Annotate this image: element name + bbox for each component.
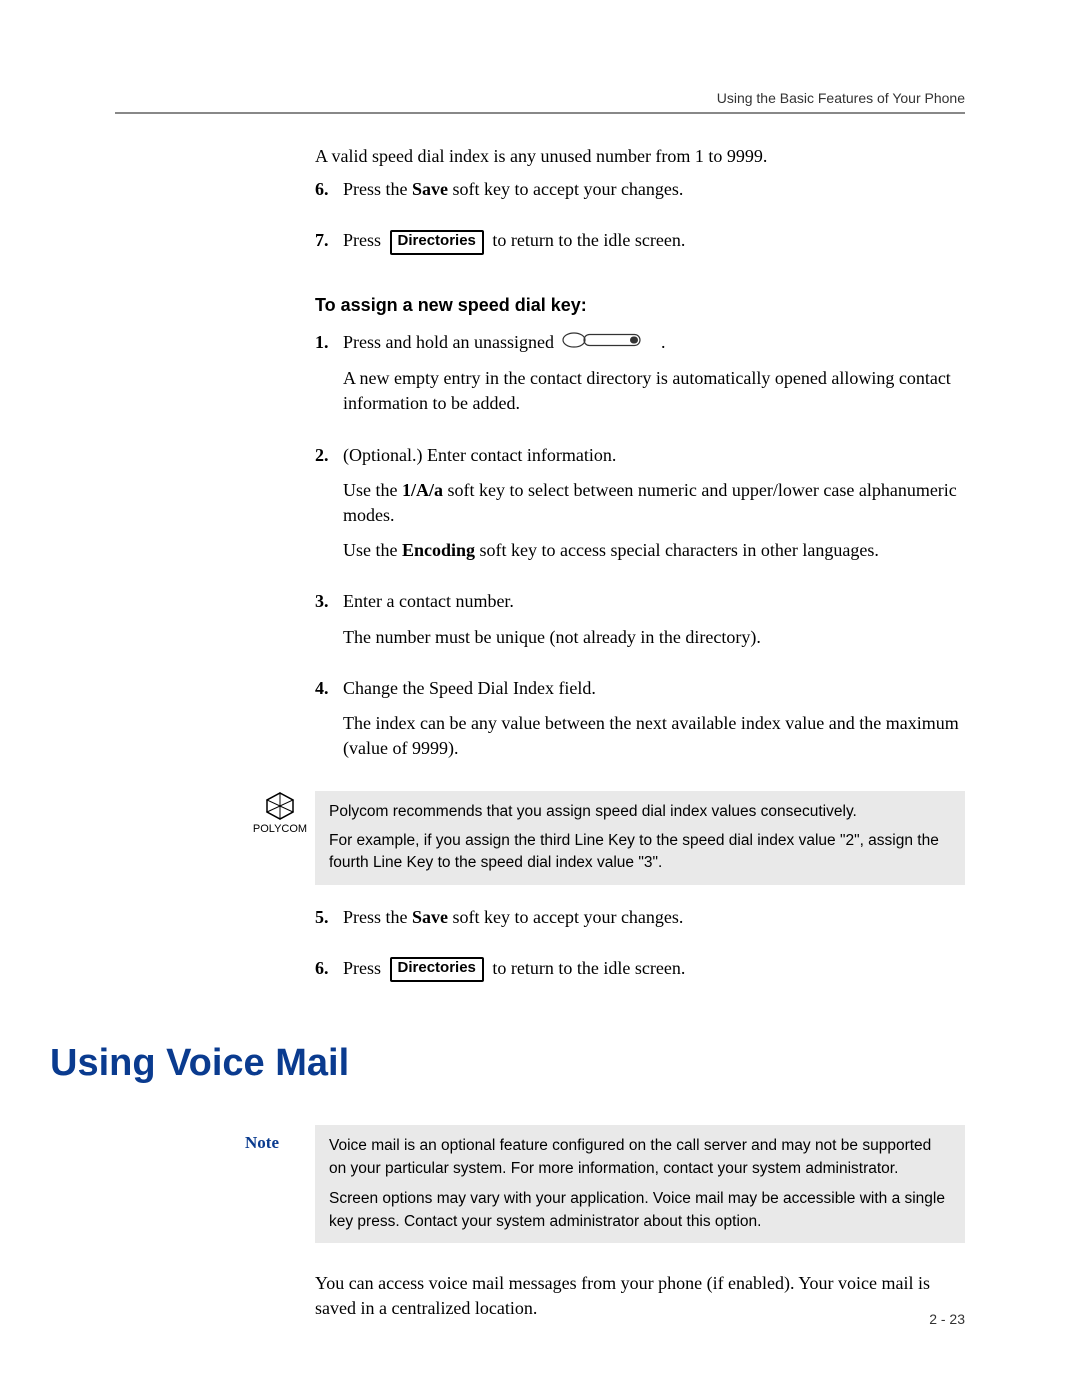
text-fragment: Press (343, 958, 386, 978)
text-fragment: soft key to access special characters in… (475, 540, 879, 560)
step-number: 1. (315, 330, 343, 427)
step-number: 7. (315, 228, 343, 264)
step-subtext: A new empty entry in the contact directo… (343, 366, 965, 416)
procedure-heading: To assign a new speed dial key: (315, 295, 965, 316)
encoding-softkey-label: Encoding (402, 540, 475, 560)
tip-text: Polycom recommends that you assign speed… (329, 801, 951, 823)
step-number: 2. (315, 443, 343, 574)
step-text: Press Directories to return to the idle … (343, 228, 965, 264)
note-callout: Note Voice mail is an optional feature c… (245, 1125, 965, 1243)
step-text: Press and hold an unassigned . A new emp… (343, 330, 965, 427)
step-1: 1. Press and hold an unassigned . (315, 330, 965, 427)
step-text: Press Directories to return to the idle … (343, 956, 965, 992)
section-heading-voice-mail: Using Voice Mail (50, 1042, 965, 1085)
note-text: Screen options may vary with your applic… (329, 1188, 951, 1233)
step-subtext: (Optional.) Enter contact information. (343, 443, 965, 468)
mode-softkey-label: 1/A/a (402, 480, 443, 500)
document-page: Using the Basic Features of Your Phone A… (0, 0, 1080, 1397)
note-label: Note (245, 1125, 315, 1243)
text-fragment: soft key to accept your changes. (448, 179, 683, 199)
directories-key-icon: Directories (390, 957, 484, 982)
text-fragment: Use the (343, 540, 402, 560)
note-box: Voice mail is an optional feature config… (315, 1125, 965, 1243)
step-subtext: The index can be any value between the n… (343, 711, 965, 761)
text-fragment: Press the (343, 907, 412, 927)
step-4: 4. Change the Speed Dial Index field. Th… (315, 676, 965, 772)
page-number: 2 - 23 (929, 1311, 965, 1327)
text-fragment: to return to the idle screen. (492, 958, 685, 978)
steps-continued: 6. Press the Save soft key to accept you… (315, 177, 965, 265)
step-3: 3. Enter a contact number. The number mu… (315, 589, 965, 659)
text-fragment: Use the (343, 480, 402, 500)
tip-text: For example, if you assign the third Lin… (329, 830, 951, 875)
line-key-icon (562, 331, 652, 356)
step-text: (Optional.) Enter contact information. U… (343, 443, 965, 574)
text-fragment: . (661, 332, 666, 352)
step-text: Change the Speed Dial Index field. The i… (343, 676, 965, 772)
note-text: Voice mail is an optional feature config… (329, 1135, 951, 1180)
save-softkey-label: Save (412, 907, 448, 927)
step-text: Enter a contact number. The number must … (343, 589, 965, 659)
step-6b: 6. Press Directories to return to the id… (315, 956, 965, 992)
steps-assign-speed-dial: 1. Press and hold an unassigned . (315, 330, 965, 772)
polycom-tip-callout: POLYCOM Polycom recommends that you assi… (245, 791, 965, 884)
step-text: Press the Save soft key to accept your c… (343, 905, 965, 940)
text-fragment: Press the (343, 179, 412, 199)
step-2: 2. (Optional.) Enter contact information… (315, 443, 965, 574)
polycom-logo-icon (263, 791, 297, 821)
step-subtext: Change the Speed Dial Index field. (343, 676, 965, 701)
step-7: 7. Press Directories to return to the id… (315, 228, 965, 264)
running-header: Using the Basic Features of Your Phone (115, 90, 965, 106)
step-6: 6. Press the Save soft key to accept you… (315, 177, 965, 212)
content-column: Note Voice mail is an optional feature c… (315, 1125, 965, 1321)
directories-key-icon: Directories (390, 230, 484, 255)
steps-assign-speed-dial-cont: 5. Press the Save soft key to accept you… (315, 905, 965, 993)
step-number: 5. (315, 905, 343, 940)
step-5: 5. Press the Save soft key to accept you… (315, 905, 965, 940)
tip-box: Polycom recommends that you assign speed… (315, 791, 965, 884)
polycom-logo-text: POLYCOM (253, 823, 307, 835)
text-fragment: soft key to accept your changes. (448, 907, 683, 927)
content-column: A valid speed dial index is any unused n… (315, 144, 965, 992)
step-number: 4. (315, 676, 343, 772)
text-fragment: Press (343, 230, 386, 250)
polycom-logo: POLYCOM (245, 791, 315, 835)
text-fragment: Press and hold an unassigned (343, 332, 558, 352)
step-number: 6. (315, 956, 343, 992)
body-paragraph: You can access voice mail messages from … (315, 1271, 965, 1321)
intro-text: A valid speed dial index is any unused n… (315, 144, 965, 169)
text-fragment: to return to the idle screen. (492, 230, 685, 250)
header-rule (115, 112, 965, 114)
save-softkey-label: Save (412, 179, 448, 199)
step-subtext: The number must be unique (not already i… (343, 625, 965, 650)
step-number: 3. (315, 589, 343, 659)
step-number: 6. (315, 177, 343, 212)
step-subtext: Enter a contact number. (343, 589, 965, 614)
step-text: Press the Save soft key to accept your c… (343, 177, 965, 212)
